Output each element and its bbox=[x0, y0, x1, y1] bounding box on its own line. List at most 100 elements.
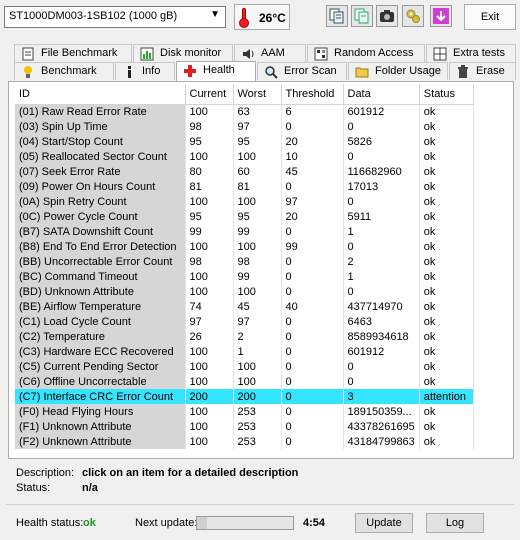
table-row[interactable]: (C5) Current Pending Sector 100 100 0 0 ok bbox=[15, 359, 474, 374]
attr-data: 8589934618 bbox=[343, 329, 420, 344]
countdown: 4:54 bbox=[303, 517, 326, 529]
table-row[interactable]: (C1) Load Cycle Count 97 97 0 6463 ok bbox=[15, 314, 474, 329]
col-current[interactable]: Current bbox=[185, 84, 234, 105]
drive-select-value: ST1000DM003-1SB102 (1000 gB) bbox=[9, 10, 178, 22]
col-worst[interactable]: Worst bbox=[233, 84, 282, 105]
description-value: click on an item for a detailed descript… bbox=[82, 467, 299, 479]
attr-data: 3 bbox=[343, 389, 420, 404]
attr-status: ok bbox=[419, 194, 474, 209]
table-row[interactable]: (C7) Interface CRC Error Count 200 200 0 3 at… bbox=[15, 389, 474, 404]
exit-button[interactable]: Exit bbox=[464, 4, 516, 30]
table-row[interactable]: (C3) Hardware ECC Recovered 100 1 0 601912 ok bbox=[15, 344, 474, 359]
tab-erase[interactable]: Erase bbox=[449, 62, 516, 80]
tab-random-access[interactable]: Random Access bbox=[307, 44, 425, 62]
tab-info[interactable]: Info bbox=[115, 62, 175, 80]
update-button[interactable]: Update bbox=[355, 513, 413, 533]
tab-folder-usage[interactable]: Folder Usage bbox=[348, 62, 448, 80]
toolbar: ST1000DM003-1SB102 (1000 gB) ▼ 26°C Exit bbox=[0, 0, 520, 36]
attr-worst: 81 bbox=[233, 179, 282, 194]
attr-data: 601912 bbox=[343, 104, 420, 119]
attr-status: ok bbox=[419, 239, 474, 254]
lightbulb-icon bbox=[24, 66, 32, 78]
table-row[interactable]: (BD) Unknown Attribute 100 100 0 0 ok bbox=[15, 284, 474, 299]
log-button[interactable]: Log bbox=[426, 513, 484, 533]
attr-threshold: 0 bbox=[281, 359, 344, 374]
table-row[interactable]: (B8) End To End Error Detection 100 100 99 0… bbox=[15, 239, 474, 254]
col-data[interactable]: Data bbox=[343, 84, 420, 105]
attr-current: 100 bbox=[185, 344, 234, 359]
copy-button[interactable] bbox=[326, 5, 348, 27]
attr-worst: 2 bbox=[233, 329, 282, 344]
attr-worst: 98 bbox=[233, 254, 282, 269]
table-row[interactable]: (09) Power On Hours Count 81 81 0 17013 ok bbox=[15, 179, 474, 194]
tab-error-scan[interactable]: Error Scan bbox=[257, 62, 347, 80]
attr-id: (F0) Head Flying Hours bbox=[15, 404, 186, 419]
attr-worst: 95 bbox=[233, 134, 282, 149]
health-panel: ID Current Worst Threshold Data Status (… bbox=[8, 81, 514, 459]
attr-status: ok bbox=[419, 299, 474, 314]
trash-icon bbox=[458, 65, 468, 78]
table-row[interactable]: (07) Seek Error Rate 80 60 45 116682960 ok bbox=[15, 164, 474, 179]
status-value: n/a bbox=[82, 482, 98, 494]
attr-data: 6463 bbox=[343, 314, 420, 329]
table-row[interactable]: (F1) Unknown Attribute 100 253 0 43378261695… bbox=[15, 419, 474, 434]
table-row[interactable]: (F0) Head Flying Hours 100 253 0 189150359..… bbox=[15, 404, 474, 419]
tab-aam[interactable]: AAM bbox=[234, 44, 306, 62]
attr-status: ok bbox=[419, 344, 474, 359]
table-row[interactable]: (C2) Temperature 26 2 0 8589934618 ok bbox=[15, 329, 474, 344]
attr-status: ok bbox=[419, 224, 474, 239]
tab-extra-tests[interactable]: Extra tests bbox=[426, 44, 516, 62]
col-status[interactable]: Status bbox=[419, 84, 474, 105]
tools-button[interactable] bbox=[402, 5, 424, 27]
attr-status: ok bbox=[419, 359, 474, 374]
attr-threshold: 40 bbox=[281, 299, 344, 314]
attr-id: (C6) Offline Uncorrectable bbox=[15, 374, 186, 389]
attr-threshold: 0 bbox=[281, 419, 344, 434]
download-button[interactable] bbox=[430, 5, 452, 27]
tab-benchmark[interactable]: Benchmark bbox=[14, 62, 114, 80]
attr-current: 100 bbox=[185, 284, 234, 299]
attr-data: 43184799863 bbox=[343, 434, 420, 449]
table-row[interactable]: (01) Raw Read Error Rate 100 63 6 601912 ok bbox=[15, 104, 474, 119]
tab-disk-monitor[interactable]: Disk monitor bbox=[133, 44, 233, 62]
attr-worst: 45 bbox=[233, 299, 282, 314]
attr-id: (07) Seek Error Rate bbox=[15, 164, 186, 179]
attr-status: ok bbox=[419, 119, 474, 134]
table-row[interactable]: (BB) Uncorrectable Error Count 98 98 0 2 ok bbox=[15, 254, 474, 269]
tab-label: Random Access bbox=[334, 47, 414, 59]
attr-id: (BD) Unknown Attribute bbox=[15, 284, 186, 299]
table-row[interactable]: (0A) Spin Retry Count 100 100 97 0 ok bbox=[15, 194, 474, 209]
table-row[interactable]: (F2) Unknown Attribute 100 253 0 43184799863… bbox=[15, 434, 474, 449]
attr-data: 43378261695 bbox=[343, 419, 420, 434]
next-update-label: Next update: bbox=[135, 517, 198, 529]
attr-current: 97 bbox=[185, 314, 234, 329]
attr-threshold: 0 bbox=[281, 269, 344, 284]
screenshot-button[interactable] bbox=[376, 5, 398, 27]
copy-alt-button[interactable] bbox=[351, 5, 373, 27]
attr-threshold: 20 bbox=[281, 134, 344, 149]
table-row[interactable]: (B7) SATA Downshift Count 99 99 0 1 ok bbox=[15, 224, 474, 239]
col-threshold[interactable]: Threshold bbox=[281, 84, 344, 105]
attr-id: (C2) Temperature bbox=[15, 329, 186, 344]
table-row[interactable]: (03) Spin Up Time 98 97 0 0 ok bbox=[15, 119, 474, 134]
drive-select[interactable]: ST1000DM003-1SB102 (1000 gB) ▼ bbox=[4, 6, 226, 28]
temperature-value: 26°C bbox=[259, 11, 286, 25]
table-row[interactable]: (05) Reallocated Sector Count 100 100 10 0 ok bbox=[15, 149, 474, 164]
attr-status: ok bbox=[419, 404, 474, 419]
table-row[interactable]: (0C) Power Cycle Count 95 95 20 5911 ok bbox=[15, 209, 474, 224]
table-row[interactable]: (04) Start/Stop Count 95 95 20 5826 ok bbox=[15, 134, 474, 149]
attr-id: (04) Start/Stop Count bbox=[15, 134, 186, 149]
table-row[interactable]: (BE) Airflow Temperature 74 45 40 437714970 o… bbox=[15, 299, 474, 314]
attr-id: (C3) Hardware ECC Recovered bbox=[15, 344, 186, 359]
chart-icon bbox=[140, 47, 154, 61]
col-id[interactable]: ID bbox=[15, 84, 186, 105]
attr-id: (BC) Command Timeout bbox=[15, 269, 186, 284]
tab-health[interactable]: Health bbox=[176, 61, 256, 81]
progress-fill bbox=[197, 517, 207, 529]
table-row[interactable]: (BC) Command Timeout 100 99 0 1 ok bbox=[15, 269, 474, 284]
tools-icon bbox=[406, 9, 420, 23]
attr-threshold: 0 bbox=[281, 344, 344, 359]
tab-file-benchmark[interactable]: File Benchmark bbox=[14, 44, 132, 62]
table-row[interactable]: (C6) Offline Uncorrectable 100 100 0 0 ok bbox=[15, 374, 474, 389]
attr-data: 0 bbox=[343, 149, 420, 164]
